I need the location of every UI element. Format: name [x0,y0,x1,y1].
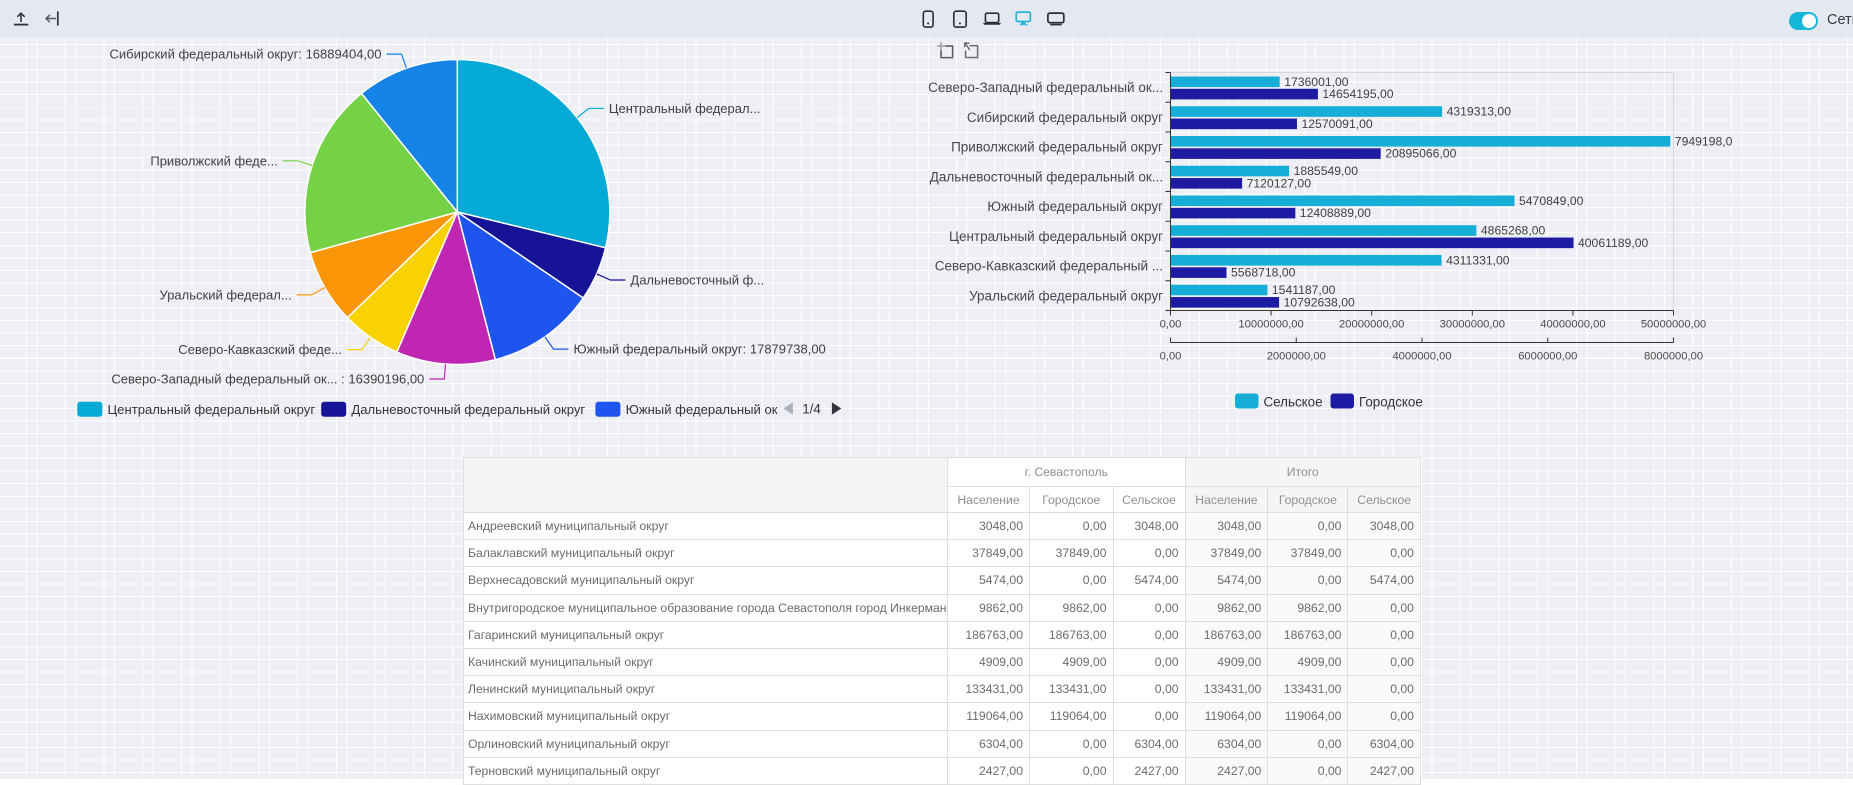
svg-text:4319313,00: 4319313,00 [1447,105,1512,119]
svg-text:Южный федеральный округ: 17879: Южный федеральный округ: 17879738,00 [574,342,826,357]
svg-text:Приволжский федеральный округ: Приволжский федеральный округ [951,140,1163,155]
svg-text:Приволжский феде...: Приволжский феде... [150,153,277,168]
svg-text:Дальневосточный федеральный ок: Дальневосточный федеральный округ [351,402,585,417]
svg-text:50000000,00: 50000000,00 [1641,319,1706,331]
svg-text:12570091,00: 12570091,00 [1302,117,1373,131]
svg-text:Сибирский федеральный округ: 1: Сибирский федеральный округ: 16889404,00 [110,47,382,62]
svg-text:5470849,00: 5470849,00 [1519,194,1584,208]
svg-text:7949198,0: 7949198,0 [1675,134,1733,148]
svg-text:Северо-Кавказский федеральный: Северо-Кавказский федеральный ... [935,259,1163,274]
svg-text:Центральный федерал...: Центральный федерал... [609,101,761,116]
svg-text:5568718,00: 5568718,00 [1231,266,1296,280]
svg-text:6000000,00: 6000000,00 [1518,351,1577,363]
svg-text:Южный федеральный округ: Южный федеральный округ [987,199,1163,214]
svg-text:4000000,00: 4000000,00 [1392,351,1451,363]
svg-text:Уральский федерал...: Уральский федерал... [160,288,292,303]
svg-text:8000000,00: 8000000,00 [1644,351,1703,363]
svg-text:Северо-Кавказский феде...: Северо-Кавказский феде... [178,342,342,357]
svg-text:Центральный федеральный округ: Центральный федеральный округ [949,229,1163,244]
svg-text:Северо-Западный федеральный ок: Северо-Западный федеральный ок... : 1639… [111,372,424,387]
svg-text:0,00: 0,00 [1160,319,1182,331]
svg-text:20000000,00: 20000000,00 [1339,319,1404,331]
svg-text:Городское: Городское [1359,394,1423,409]
svg-text:20895066,00: 20895066,00 [1385,147,1456,161]
svg-text:Центральный федеральный округ: Центральный федеральный округ [108,402,316,417]
svg-text:0,00: 0,00 [1160,351,1182,363]
svg-text:Северо-Западный федеральный ок: Северо-Западный федеральный ок... [928,80,1163,95]
svg-text:Дальневосточный ф...: Дальневосточный ф... [630,273,764,288]
svg-text:Дальневосточный федеральный ок: Дальневосточный федеральный ок... [930,169,1163,184]
svg-text:Уральский федеральный округ: Уральский федеральный округ [969,288,1163,303]
svg-text:4311331,00: 4311331,00 [1446,253,1510,267]
svg-text:Южный федеральный ок: Южный федеральный ок [626,402,778,417]
svg-text:14654195,00: 14654195,00 [1322,87,1393,101]
svg-text:2000000,00: 2000000,00 [1267,351,1326,363]
svg-text:7120127,00: 7120127,00 [1247,176,1312,190]
svg-text:Сибирский федеральный округ: Сибирский федеральный округ [967,110,1163,125]
svg-text:1/4: 1/4 [802,402,821,417]
svg-text:4865268,00: 4865268,00 [1481,224,1546,238]
svg-text:Сельское: Сельское [1264,394,1323,409]
svg-text:40000000,00: 40000000,00 [1540,319,1605,331]
svg-text:40061189,00: 40061189,00 [1578,236,1648,250]
svg-text:12408889,00: 12408889,00 [1300,206,1371,220]
svg-text:10000000,00: 10000000,00 [1238,319,1303,331]
svg-text:30000000,00: 30000000,00 [1440,319,1505,331]
svg-text:10792638,00: 10792638,00 [1284,295,1355,309]
